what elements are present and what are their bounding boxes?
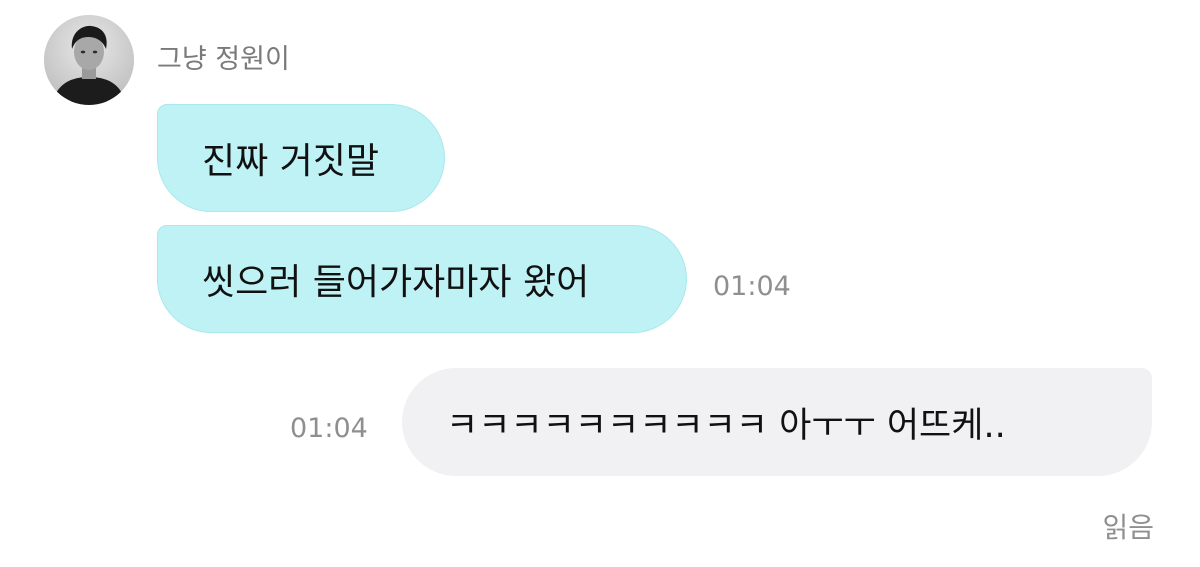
read-receipt: 읽음 bbox=[1102, 511, 1154, 544]
message-text: 진짜 거짓말 bbox=[202, 141, 380, 182]
message-timestamp: 01:04 bbox=[713, 271, 791, 302]
sender-name[interactable]: 그냥 정원이 bbox=[157, 44, 290, 76]
sender-avatar[interactable] bbox=[44, 15, 134, 105]
incoming-message-bubble[interactable]: 진짜 거짓말 bbox=[157, 104, 445, 212]
profile-photo bbox=[44, 15, 134, 105]
message-text: 씻으러 들어가자마자 왔어 bbox=[202, 262, 590, 303]
message-text: ㅋㅋㅋㅋㅋㅋㅋㅋㅋㅋ 아ㅜㅜ 어뜨케.. bbox=[446, 405, 1006, 446]
incoming-message-bubble[interactable]: 씻으러 들어가자마자 왔어 bbox=[157, 225, 687, 333]
outgoing-message-bubble[interactable]: ㅋㅋㅋㅋㅋㅋㅋㅋㅋㅋ 아ㅜㅜ 어뜨케.. bbox=[402, 368, 1152, 476]
message-timestamp: 01:04 bbox=[290, 413, 368, 444]
